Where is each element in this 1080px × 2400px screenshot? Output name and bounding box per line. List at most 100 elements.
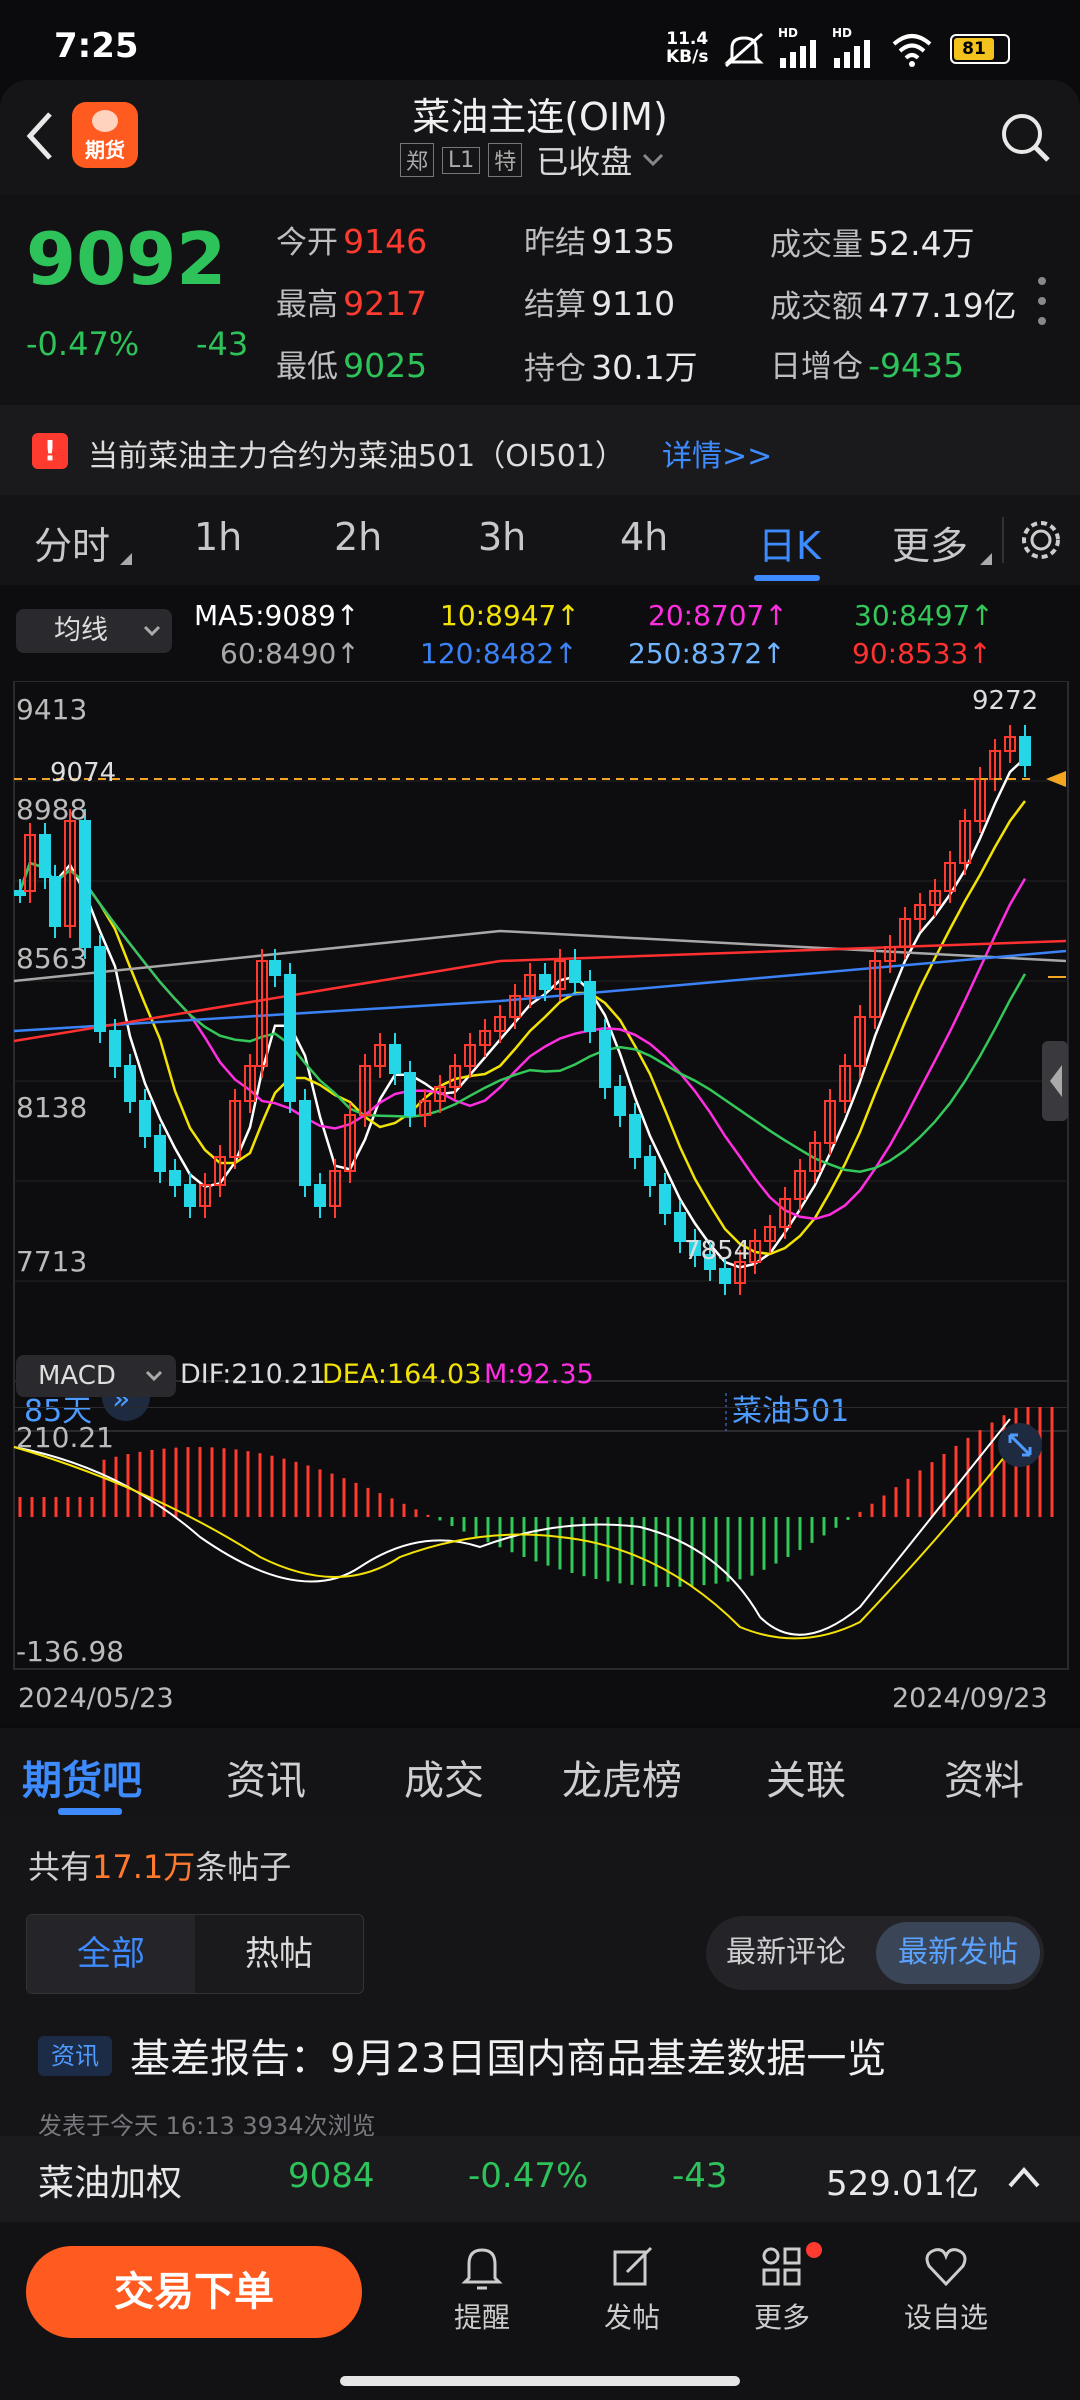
price-tick-1: 9413 [16,693,87,726]
candle [644,1156,656,1186]
chevron-down-icon [643,153,664,167]
sort-latest-comment[interactable]: 最新评论 [726,1916,846,1990]
post-count: 共有17.1万条帖子 [28,1842,291,1888]
top-bar: 期货 菜油主连(OIM) 郑 L1 特 已收盘 [0,80,1080,195]
settle-value: 9110 [591,284,676,323]
forum-feed: 共有17.1万条帖子 全部 热帖 最新评论 最新发帖 资讯 基差报告：9月23日… [0,1818,1080,2140]
ma10-value: 10:8947↑ [440,599,580,632]
amount-value: 477.19亿 [868,286,1017,325]
post-count-suffix: 条帖子 [195,1848,292,1886]
filter-hot-button[interactable]: 热帖 [195,1915,363,1993]
notification-dot [806,2242,822,2258]
quote-panel: 9092 -0.47% -43 今开 9146 最高 9217 最低 9025 … [0,195,1080,405]
candle [314,1184,326,1207]
nav-post[interactable]: 发帖 [590,2242,674,2336]
exchange-tag: 郑 [400,143,435,177]
post-count-value: 17.1万 [92,1848,196,1886]
weighted-ticker[interactable]: 菜油加权 9084 -0.47% -43 529.01亿 [0,2136,1080,2222]
high-value: 9217 [343,284,428,323]
ticker-name: 菜油加权 [38,2163,183,2204]
tab-ranking[interactable]: 龙虎榜 [562,1748,682,1806]
wifi-icon [892,34,932,67]
quote-col-3: 成交量 52.4万 成交额 477.19亿 日增仓 -9435 [770,217,1017,403]
macd-m: M:92.35 [484,1359,594,1390]
tab-trades[interactable]: 成交 [404,1748,484,1806]
candle [584,981,596,1032]
candle [659,1184,671,1214]
tab-more[interactable]: 更多 [892,515,968,570]
filter-group: 全部 热帖 [26,1914,364,1994]
candle [109,1030,121,1067]
edit-icon [613,2246,653,2286]
more-vertical-icon[interactable] [1032,273,1052,329]
candle [124,1065,136,1102]
macd-dif: DIF:210.21 [180,1359,326,1390]
trade-button[interactable]: 交易下单 [26,2246,362,2338]
ticker-amount: 529.01亿 [826,2164,979,2204]
sort-latest-post[interactable]: 最新发帖 [876,1922,1040,1984]
volume-value: 52.4万 [868,224,975,263]
amount-label: 成交额 [770,289,863,325]
signal-icon-2 [834,40,870,68]
candle [184,1184,196,1207]
ticker-change-pct: -0.47% [468,2156,589,2196]
high-marker: 9272 [972,686,1038,716]
tab-intraday[interactable]: 分时 [34,515,110,570]
notice-banner[interactable]: ! 当前菜油主力合约为菜油501（OI501） 详情>> [0,405,1080,495]
nav-more[interactable]: 更多 [740,2242,824,2336]
change-percent: -0.47% [26,325,140,363]
candle [14,890,26,896]
price-tick-5: 7713 [16,1245,87,1278]
ma-line [13,949,1067,1033]
macd-chart[interactable]: 210.21 -136.98 [0,1407,1080,1677]
notice-detail-link[interactable]: 详情>> [662,431,772,475]
prev-settle-value: 9135 [591,222,676,261]
ticker-price: 9084 [288,2156,375,2196]
tab-2h[interactable]: 2h [334,515,382,559]
chart-area[interactable]: 均线 MA5:9089↑ 10:8947↑ 20:8707↑ 30:8497↑ … [0,585,1080,1725]
gear-icon[interactable] [1018,517,1064,563]
alarm-icon [461,2248,503,2290]
candle [614,1086,626,1116]
open-interest-value: 30.1万 [591,348,698,387]
candle [629,1114,641,1158]
filter-all-button[interactable]: 全部 [27,1915,195,1993]
tab-info[interactable]: 资料 [944,1748,1024,1806]
nav-watchlist[interactable]: 设自选 [896,2242,996,2336]
alert-icon: ! [32,433,68,469]
tab-daily-k[interactable]: 日K [758,515,821,570]
low-marker: 7854 [684,1236,750,1266]
ma-selector[interactable]: 均线 [16,609,172,653]
candle [389,1044,401,1074]
post-title[interactable]: 基差报告：9月23日国内商品基差数据一览 [130,2026,886,2084]
nav-alert[interactable]: 提醒 [440,2242,524,2336]
open-interest-label: 持仓 [524,351,586,387]
candle [719,1268,731,1284]
date-end: 2024/09/23 [892,1683,1048,1714]
tab-related[interactable]: 关联 [766,1748,846,1806]
tab-forum[interactable]: 期货吧 [22,1748,142,1806]
sort-toggle: 最新评论 最新发帖 [706,1916,1044,1990]
change-value: -43 [196,325,249,363]
post-tag: 资讯 [38,2036,112,2076]
battery-level: 81 [954,38,994,60]
tab-3h[interactable]: 3h [478,515,526,559]
ma250-value: 250:8372↑ [628,637,786,670]
price-tick-4: 8138 [16,1091,87,1124]
macd-selector[interactable]: MACD [16,1355,176,1397]
tab-1h[interactable]: 1h [194,515,242,559]
search-icon[interactable] [998,110,1054,166]
oi-change-label: 日增仓 [770,349,863,385]
chevron-down-icon [143,625,161,637]
candlestick-chart[interactable]: 9413 8988 8563 8138 7713 9272 9074 7854 … [0,681,1080,1441]
low-value: 9025 [343,346,428,385]
title-tags[interactable]: 郑 L1 特 已收盘 [400,140,666,181]
market-status: 已收盘 [536,143,633,181]
ma90-value: 90:8533↑ [852,637,992,670]
macd-top-tick: 210.21 [16,1421,114,1454]
tab-4h[interactable]: 4h [620,515,668,559]
tab-news[interactable]: 资讯 [226,1748,306,1806]
chevron-up-icon[interactable] [1004,2162,1044,2192]
left-marker: 9074 [50,758,116,788]
chevron-down-icon [145,1370,163,1382]
